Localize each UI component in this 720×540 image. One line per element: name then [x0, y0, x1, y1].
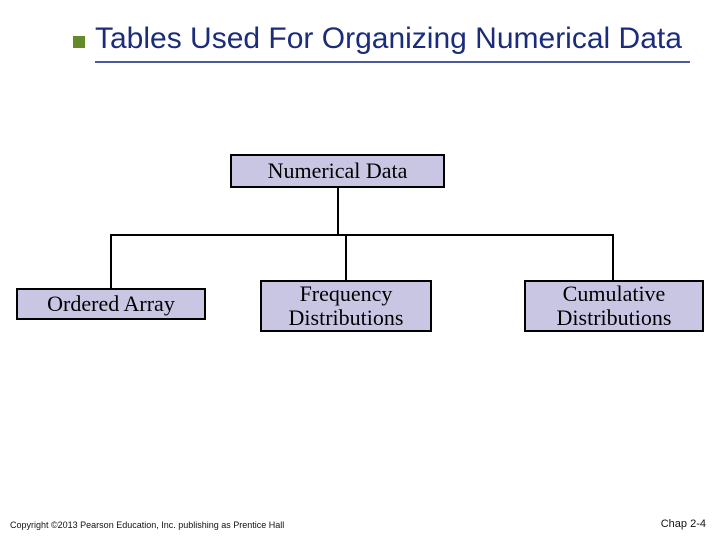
node-cumulative-distributions-label: Cumulative Distributions: [534, 282, 694, 330]
connector-drop-right: [612, 234, 614, 280]
slide-title: Tables Used For Organizing Numerical Dat…: [95, 22, 690, 55]
node-root: Numerical Data: [230, 154, 445, 188]
title-area: Tables Used For Organizing Numerical Dat…: [95, 22, 690, 63]
node-ordered-array-label: Ordered Array: [47, 292, 175, 316]
connector-drop-left: [110, 234, 112, 288]
connector-root-stem: [337, 188, 339, 234]
node-root-label: Numerical Data: [268, 159, 408, 183]
node-frequency-distributions-label: Frequency Distributions: [270, 282, 422, 330]
node-frequency-distributions: Frequency Distributions: [260, 280, 432, 332]
connector-drop-middle: [345, 234, 347, 280]
footer-page: Chap 2-4: [661, 518, 706, 530]
node-ordered-array: Ordered Array: [16, 288, 206, 320]
connector-bus: [110, 234, 614, 236]
footer-copyright: Copyright ©2013 Pearson Education, Inc. …: [10, 520, 284, 530]
title-underline: [95, 61, 690, 63]
node-cumulative-distributions: Cumulative Distributions: [524, 280, 704, 332]
title-bullet: [73, 36, 85, 48]
